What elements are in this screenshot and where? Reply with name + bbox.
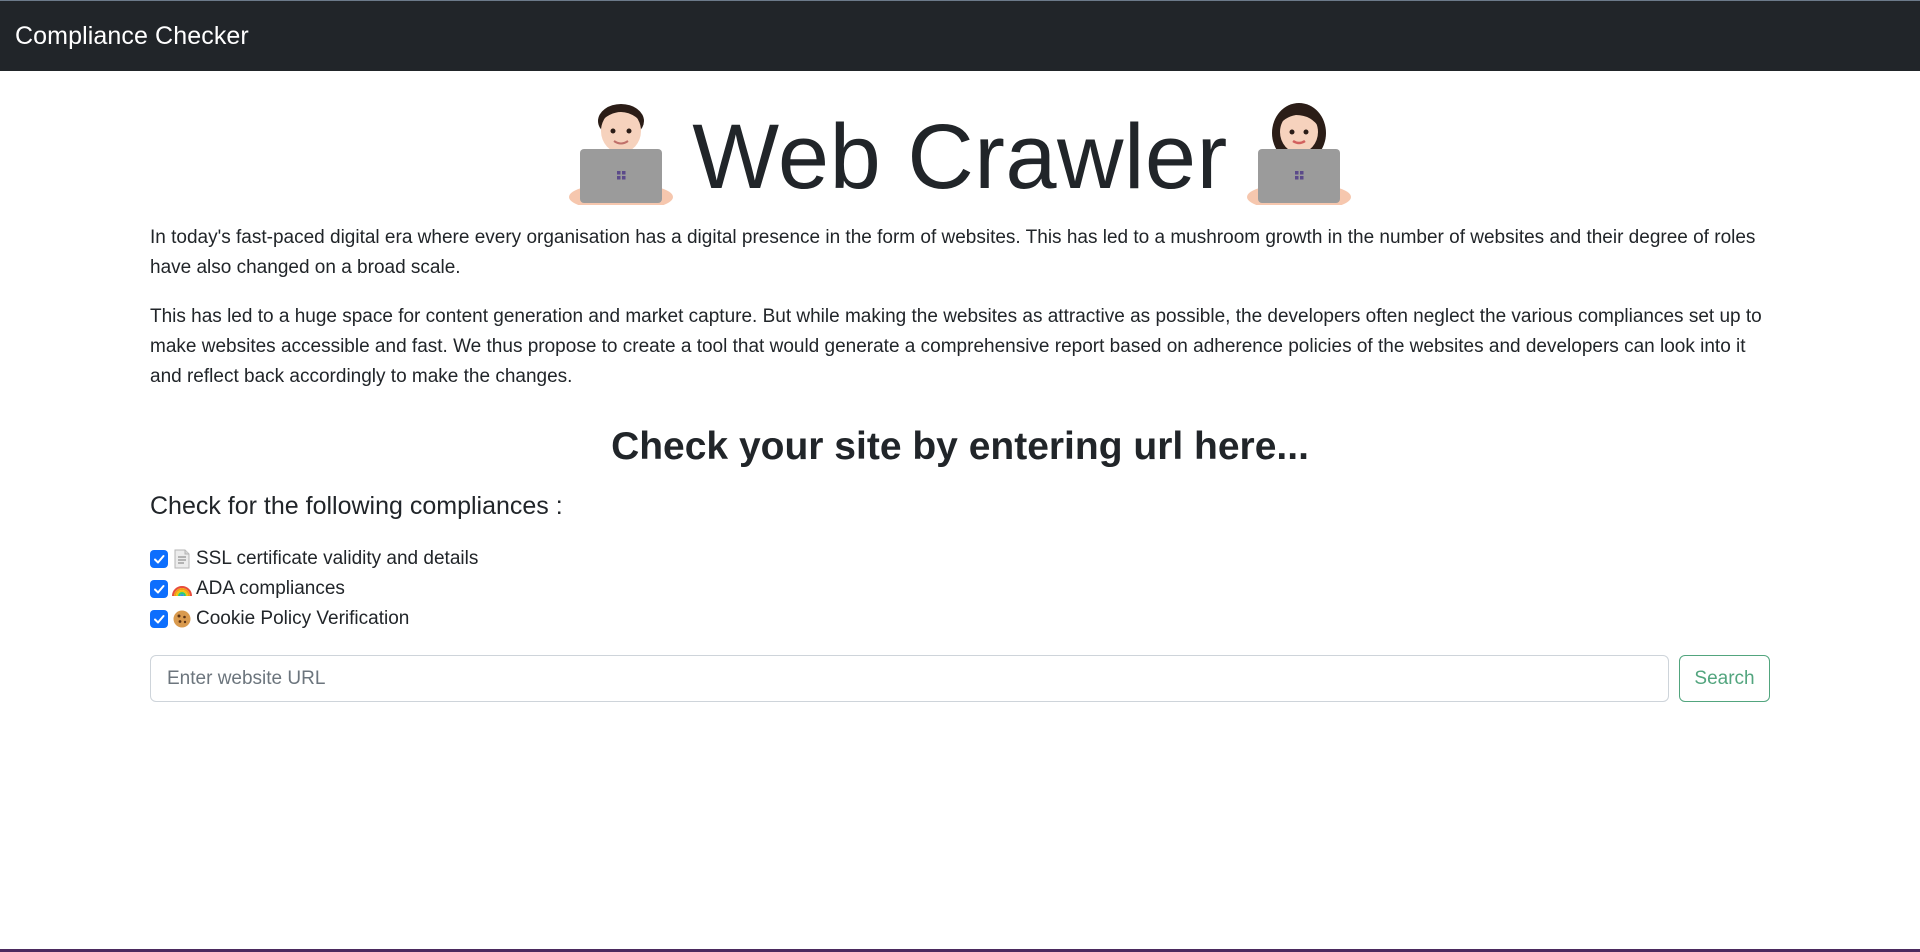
ssl-option-label: SSL certificate validity and details xyxy=(196,548,479,569)
search-row: Search xyxy=(150,655,1770,702)
woman-technologist-icon xyxy=(1246,99,1352,211)
ada-checkbox[interactable] xyxy=(150,580,168,598)
main-container: Web Crawler In today's fast-paced digita… xyxy=(150,99,1770,702)
navbar: Compliance Checker xyxy=(0,1,1920,71)
navbar-brand[interactable]: Compliance Checker xyxy=(15,22,249,51)
rainbow-icon xyxy=(172,579,192,599)
search-button[interactable]: Search xyxy=(1679,655,1770,702)
intro-paragraph-2: This has led to a huge space for content… xyxy=(150,306,1762,387)
hero-title: Web Crawler xyxy=(692,106,1228,208)
compliance-lead: Check for the following compliances : xyxy=(150,492,563,520)
cookie-checkbox[interactable] xyxy=(150,610,168,628)
cookie-option-label: Cookie Policy Verification xyxy=(196,608,410,629)
compliance-options: SSL certificate validity and details ADA… xyxy=(150,544,1770,634)
ada-option-label: ADA compliances xyxy=(196,578,345,599)
check-heading: Check your site by entering url here... xyxy=(611,425,1309,468)
hero: Web Crawler xyxy=(150,99,1770,211)
page-icon xyxy=(172,549,192,569)
ssl-checkbox[interactable] xyxy=(150,550,168,568)
compliance-option-ada: ADA compliances xyxy=(150,574,1770,604)
intro-paragraph-1: In today's fast-paced digital era where … xyxy=(150,227,1756,278)
cookie-icon xyxy=(172,609,192,629)
man-technologist-icon xyxy=(568,99,674,211)
compliance-option-ssl: SSL certificate validity and details xyxy=(150,544,1770,574)
compliance-option-cookie: Cookie Policy Verification xyxy=(150,604,1770,634)
url-input[interactable] xyxy=(150,655,1669,702)
